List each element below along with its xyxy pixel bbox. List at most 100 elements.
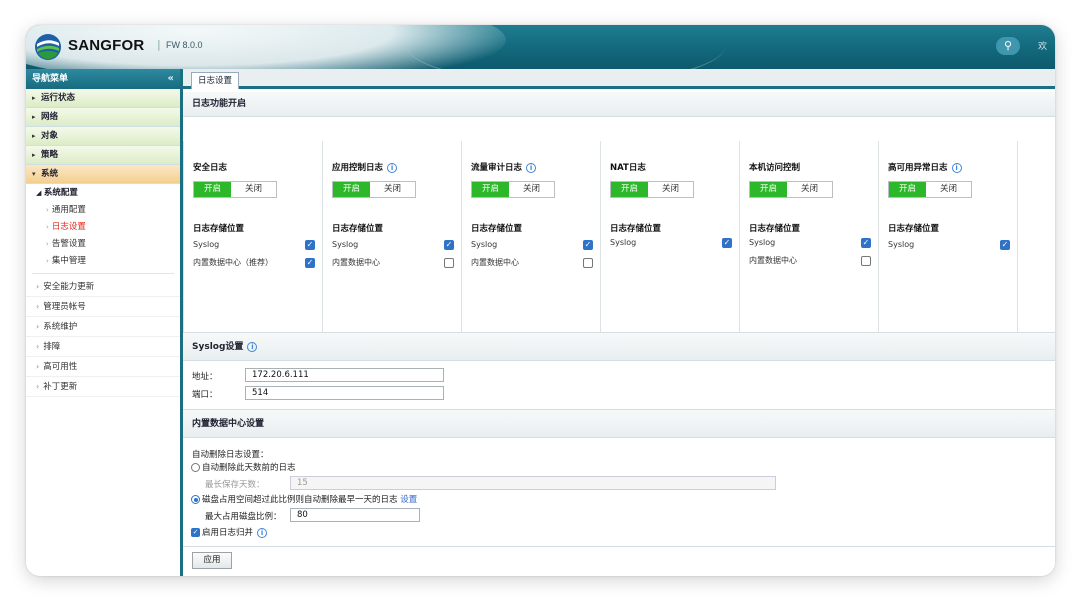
brand-name: SANGFOR — [68, 37, 145, 54]
auto-delete-label: 自动删除日志设置： — [192, 450, 269, 460]
tab-bar: 日志设置 — [183, 69, 1055, 89]
nav-item-maintenance[interactable]: › 系统维护 — [26, 317, 180, 337]
store-label: Syslog — [332, 240, 359, 249]
log-toggle: 开启 关闭 — [193, 181, 277, 198]
store-label: Syslog — [610, 238, 637, 247]
nav-item-troubleshoot[interactable]: › 排障 — [26, 337, 180, 357]
nav-leaf-log-settings[interactable]: › 日志设置 — [26, 219, 180, 236]
toggle-off-button[interactable]: 关闭 — [787, 182, 832, 197]
checkbox[interactable]: ✓ — [305, 258, 315, 268]
log-column-ha-exception: 高可用异常日志 i 开启 关闭 日志存储位置 Syslog ✓ — [879, 141, 1018, 332]
toggle-off-button[interactable]: 关闭 — [509, 182, 554, 197]
radio-days[interactable] — [191, 463, 200, 472]
collapse-sidebar-icon[interactable]: « — [168, 69, 174, 89]
info-icon[interactable]: i — [526, 162, 537, 173]
nav-group-status[interactable]: ▸ 运行状态 — [26, 89, 180, 108]
nav-group-system[interactable]: ▾ 系统 — [26, 165, 180, 184]
nav-leaf-alert[interactable]: › 告警设置 — [26, 236, 180, 253]
log-title: NAT日志 — [610, 163, 646, 173]
nav-group-label: 运行状态 — [41, 93, 76, 103]
info-icon[interactable]: i — [951, 162, 962, 173]
checkbox[interactable]: ✓ — [444, 240, 454, 250]
toggle-off-button[interactable]: 关闭 — [648, 182, 693, 197]
divider — [183, 546, 1055, 547]
toggle-off-button[interactable]: 关闭 — [370, 182, 415, 197]
toggle-off-button[interactable]: 关闭 — [926, 182, 971, 197]
caret-right-icon: ▸ — [32, 94, 36, 102]
nav-group-objects[interactable]: ▸ 对象 — [26, 127, 180, 146]
nav-item-ha[interactable]: › 高可用性 — [26, 357, 180, 377]
bullet-icon: › — [46, 206, 49, 214]
checkbox[interactable]: ✓ — [722, 238, 732, 248]
app-window: SANGFOR | FW 8.0.0 ⚲ 欢 导航菜单 « ▸ 运行状态 ▸ 网络 … — [26, 25, 1055, 576]
log-title-text: 高可用异常日志 — [888, 163, 948, 173]
tab-log-settings[interactable]: 日志设置 — [191, 72, 240, 89]
chevron-right-icon: › — [36, 342, 40, 351]
syslog-port-input[interactable]: 514 — [245, 386, 444, 400]
sidebar: 导航菜单 « ▸ 运行状态 ▸ 网络 ▸ 对象 ▸ 策略 ▾ 系统 ◢ 系统配置 › 通用配… — [26, 69, 183, 576]
info-icon[interactable]: i — [247, 341, 258, 352]
nav-group-label: 策略 — [41, 150, 59, 160]
nav-group-network[interactable]: ▸ 网络 — [26, 108, 180, 127]
log-title: 应用控制日志 i — [332, 161, 398, 173]
bullet-icon: › — [46, 223, 49, 231]
store-row-syslog: Syslog ✓ — [888, 238, 1010, 252]
radio-disk[interactable] — [191, 495, 200, 504]
checkbox[interactable] — [444, 258, 454, 268]
store-label: Syslog — [888, 240, 915, 249]
toggle-on-button[interactable]: 开启 — [333, 182, 370, 197]
toggle-on-button[interactable]: 开启 — [750, 182, 787, 197]
store-row-datacenter: 内置数据中心 — [471, 256, 593, 270]
store-row-syslog: Syslog ✓ — [610, 236, 732, 250]
nav-item-admin-accounts[interactable]: › 管理员帐号 — [26, 297, 180, 317]
chevron-right-icon: › — [36, 382, 40, 391]
checkbox[interactable] — [861, 256, 871, 266]
checkbox[interactable]: ✓ — [305, 240, 315, 250]
store-row-syslog: Syslog ✓ — [193, 238, 315, 252]
search-icon[interactable]: ⚲ — [996, 37, 1020, 55]
store-label: Syslog — [749, 238, 776, 247]
store-row-datacenter: 内置数据中心 — [332, 256, 454, 270]
checkbox[interactable]: ✓ — [861, 238, 871, 248]
merge-option[interactable]: ✓ 启用日志归并 i — [191, 526, 268, 538]
checkbox[interactable] — [583, 258, 593, 268]
nav-leaf-label: 日志设置 — [51, 222, 86, 232]
bullet-icon: › — [46, 240, 49, 248]
toggle-on-button[interactable]: 开启 — [611, 182, 648, 197]
checkbox[interactable]: ✓ — [1000, 240, 1010, 250]
log-column-local-access: 本机访问控制 开启 关闭 日志存储位置 Syslog ✓ 内置数据中心 — [740, 141, 879, 332]
option-days[interactable]: 自动删除此天数前的日志 — [191, 461, 296, 473]
store-row-syslog: Syslog ✓ — [749, 236, 871, 250]
disk-ratio-input[interactable]: 80 — [290, 508, 420, 522]
option-disk[interactable]: 磁盘占用空间超过此比例则自动删除最早一天的日志 设置 — [191, 493, 417, 505]
toggle-off-button[interactable]: 关闭 — [231, 182, 276, 197]
settings-link[interactable]: 设置 — [400, 495, 417, 505]
caret-right-icon: ▸ — [32, 132, 36, 140]
apply-button[interactable]: 应用 — [192, 552, 232, 569]
chevron-right-icon: › — [36, 362, 40, 371]
info-icon[interactable]: i — [257, 527, 268, 538]
toggle-on-button[interactable]: 开启 — [194, 182, 231, 197]
nav-item-label: 补丁更新 — [43, 382, 78, 392]
log-toggle: 开启 关闭 — [610, 181, 694, 198]
nav-leaf-central[interactable]: › 集中管理 — [26, 253, 180, 270]
caret-right-icon: ▸ — [32, 151, 36, 159]
merge-checkbox[interactable]: ✓ — [191, 528, 200, 537]
info-icon[interactable]: i — [387, 162, 398, 173]
store-label: Syslog — [193, 240, 220, 249]
chevron-right-icon: › — [36, 302, 40, 311]
nav-item-capability-update[interactable]: › 安全能力更新 — [26, 277, 180, 297]
nav-item-patch-update[interactable]: › 补丁更新 — [26, 377, 180, 397]
nav-sub-system-config[interactable]: ◢ 系统配置 — [26, 184, 180, 202]
toggle-on-button[interactable]: 开启 — [889, 182, 926, 197]
log-title: 高可用异常日志 i — [888, 161, 962, 173]
syslog-address-input[interactable]: 172.20.6.111 — [245, 368, 444, 382]
merge-label: 启用日志归并 — [202, 528, 254, 538]
store-label: 内置数据中心 — [332, 258, 380, 267]
address-label: 地址： — [192, 372, 218, 382]
nav-leaf-general[interactable]: › 通用配置 — [26, 202, 180, 219]
checkbox[interactable]: ✓ — [583, 240, 593, 250]
max-days-input[interactable]: 15 — [290, 476, 776, 490]
nav-group-policy[interactable]: ▸ 策略 — [26, 146, 180, 165]
toggle-on-button[interactable]: 开启 — [472, 182, 509, 197]
